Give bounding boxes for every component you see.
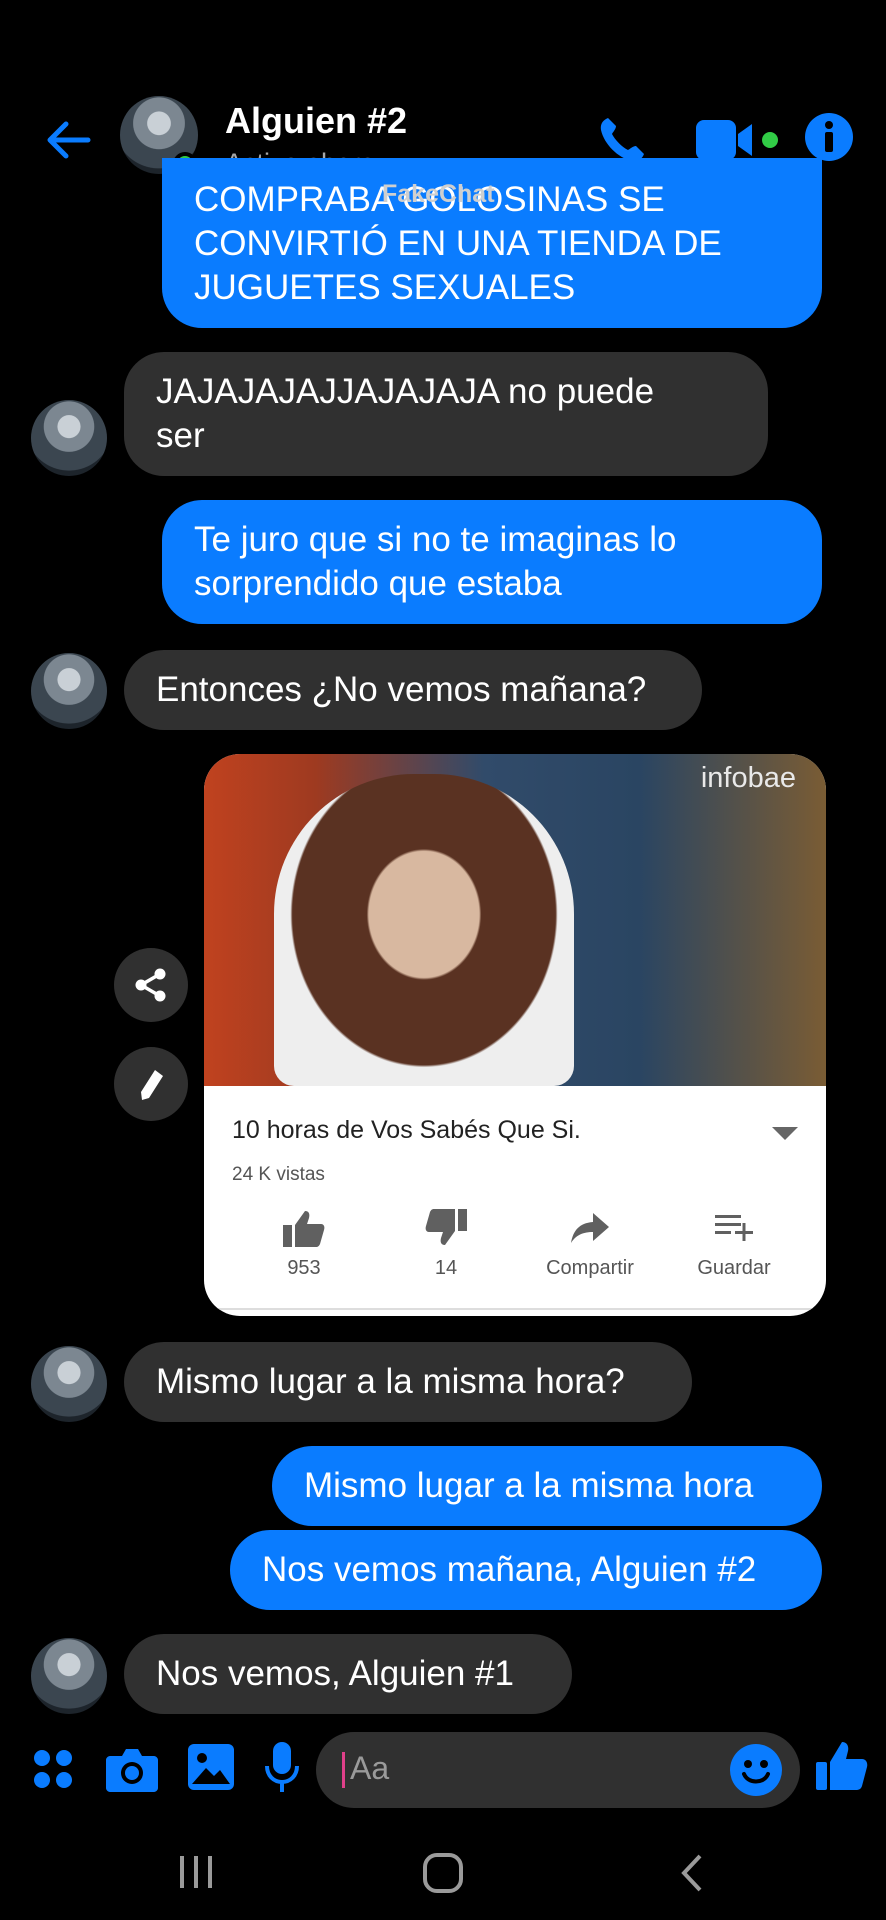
system-navigation-bar <box>0 1830 886 1920</box>
apps-icon[interactable] <box>32 1748 74 1790</box>
home-icon[interactable] <box>422 1852 464 1894</box>
message-avatar[interactable] <box>31 1346 107 1422</box>
share-button[interactable] <box>114 948 188 1022</box>
message-incoming[interactable]: Entonces ¿No vemos mañana? <box>124 650 702 730</box>
text-cursor <box>342 1752 345 1788</box>
recent-apps-icon[interactable] <box>176 1852 216 1892</box>
thumbs-up-icon[interactable] <box>816 1740 868 1792</box>
microphone-icon[interactable] <box>264 1742 300 1794</box>
contact-name[interactable]: Alguien #2 <box>225 100 407 142</box>
expand-caret-icon[interactable] <box>772 1127 798 1140</box>
camera-icon[interactable] <box>106 1746 158 1792</box>
message-avatar[interactable] <box>31 653 107 729</box>
share-arrow-icon <box>571 1213 609 1243</box>
save-label: Guardar <box>697 1257 771 1279</box>
message-incoming[interactable]: Mismo lugar a la misma hora? <box>124 1342 692 1422</box>
back-arrow-icon[interactable] <box>40 112 96 168</box>
message-composer: Aa <box>0 1730 886 1810</box>
share-icon <box>135 968 166 1002</box>
share-label: Compartir <box>546 1257 634 1279</box>
like-count: 953 <box>287 1257 321 1279</box>
message-avatar[interactable] <box>31 400 107 476</box>
back-icon[interactable] <box>676 1852 706 1894</box>
video-thumbnail[interactable]: infobae <box>204 754 826 1086</box>
video-active-dot <box>762 132 778 148</box>
video-camera-icon[interactable] <box>696 118 758 162</box>
dislike-count: 14 <box>434 1257 458 1279</box>
share-action[interactable]: Compartir <box>520 1209 660 1280</box>
message-input[interactable]: Aa <box>316 1732 800 1808</box>
like-action[interactable]: 953 <box>234 1209 374 1280</box>
message-incoming[interactable]: JAJAJAJAJJAJAJAJA no puede ser <box>124 352 768 476</box>
save-action[interactable]: Guardar <box>664 1209 804 1280</box>
gallery-icon[interactable] <box>188 1744 234 1790</box>
info-icon[interactable] <box>804 112 854 162</box>
video-title: 10 horas de Vos Sabés Que Si. <box>232 1116 581 1144</box>
pencil-icon <box>141 1070 163 1100</box>
channel-logo: infobae <box>700 762 796 794</box>
message-outgoing[interactable]: Mismo lugar a la misma hora <box>272 1446 822 1526</box>
card-divider <box>204 1308 826 1310</box>
message-input-placeholder: Aa <box>350 1750 390 1786</box>
thumbs-down-icon <box>425 1209 467 1245</box>
message-outgoing[interactable]: Te juro que si no te imaginas lo sorpren… <box>162 500 822 624</box>
watermark-label: FakeChat <box>382 180 495 208</box>
thumbs-up-icon <box>283 1211 325 1247</box>
video-views: 24 K vistas <box>232 1164 325 1185</box>
video-thumbnail-person <box>274 774 574 1086</box>
playlist-add-icon <box>715 1215 753 1241</box>
edit-button[interactable] <box>114 1047 188 1121</box>
shared-video-card[interactable]: infobae 10 horas de Vos Sabés Que Si. 24… <box>204 754 826 1316</box>
emoji-icon[interactable] <box>730 1744 782 1796</box>
message-incoming[interactable]: Nos vemos, Alguien #1 <box>124 1634 572 1714</box>
message-avatar[interactable] <box>31 1638 107 1714</box>
message-outgoing[interactable]: Nos vemos mañana, Alguien #2 <box>230 1530 822 1610</box>
dislike-action[interactable]: 14 <box>376 1209 516 1280</box>
